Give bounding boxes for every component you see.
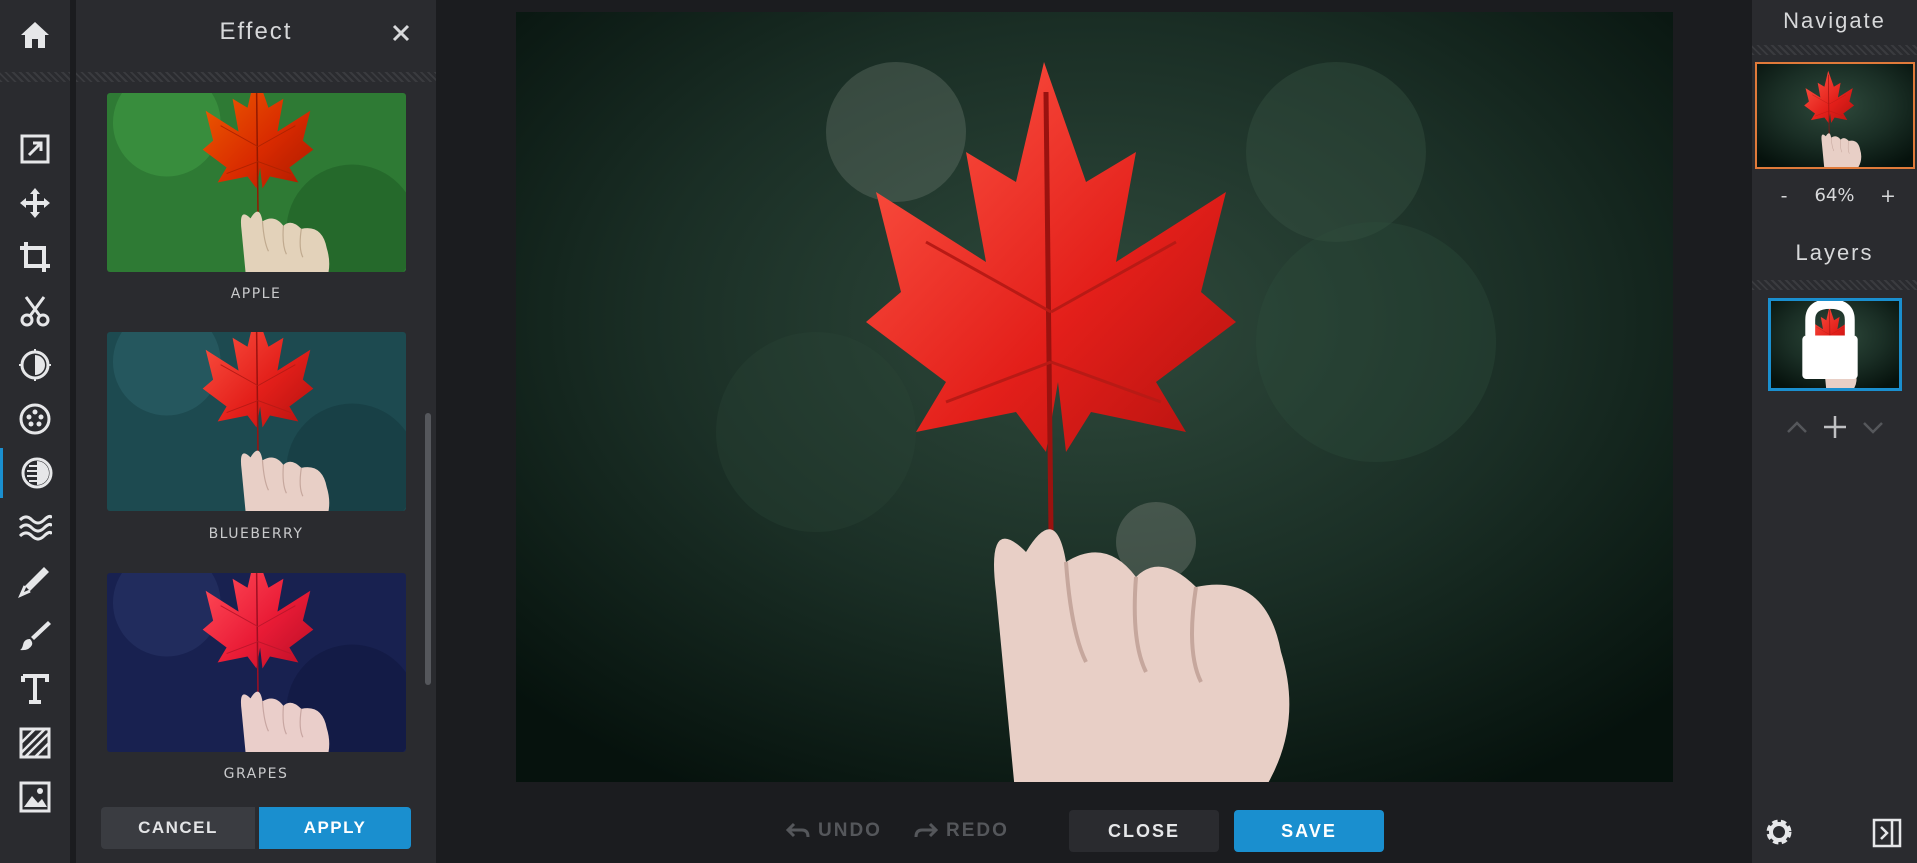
tool-effect[interactable]: [0, 448, 70, 498]
tool-text[interactable]: [0, 664, 70, 714]
tool-crop[interactable]: [0, 232, 70, 282]
zoom-out-button[interactable]: -: [1774, 185, 1794, 207]
zoom-value: 64%: [1814, 185, 1855, 206]
layers-divider: [1752, 280, 1917, 290]
right-panel: Navigate - 64% + Layers: [1752, 0, 1917, 863]
effect-icon: [21, 457, 52, 489]
tool-filter[interactable]: [0, 394, 70, 444]
undo-button[interactable]: UNDO: [786, 810, 882, 852]
redo-label: REDO: [946, 820, 1009, 841]
crop-icon: [20, 242, 50, 272]
canvas-image: [516, 12, 1673, 782]
brush-icon: [20, 621, 51, 651]
navigate-title: Navigate: [1783, 8, 1886, 33]
tool-cut[interactable]: [0, 286, 70, 336]
effect-thumbnail-blueberry[interactable]: [107, 332, 406, 511]
layer-move-down-icon[interactable]: [1858, 412, 1888, 442]
add-layer-icon[interactable]: [1820, 412, 1850, 442]
settings-gear-icon[interactable]: [1762, 815, 1796, 849]
zoom-control: - 64% +: [1752, 185, 1917, 215]
home-button[interactable]: [0, 0, 70, 70]
redo-icon: [914, 822, 938, 838]
blueberry-preview-image: [107, 332, 406, 511]
grapes-preview-image: [107, 573, 406, 752]
cancel-button[interactable]: CANCEL: [101, 807, 255, 849]
tool-draw[interactable]: [0, 556, 70, 606]
tool-image[interactable]: [0, 772, 70, 822]
navigator-preview-image: [1757, 64, 1913, 167]
layer-item[interactable]: [1768, 298, 1902, 391]
save-button[interactable]: SAVE: [1234, 810, 1384, 852]
photo-editor-app: Effect APPLE BLUEBERRY GRAPES CANCEL APP…: [0, 0, 1917, 863]
redo-button[interactable]: REDO: [914, 810, 1009, 852]
image-canvas[interactable]: [516, 12, 1673, 782]
tool-edit[interactable]: [0, 124, 70, 174]
dots-circle-icon: [19, 403, 51, 435]
undo-label: UNDO: [818, 820, 882, 841]
effect-label-blueberry: BLUEBERRY: [208, 526, 304, 542]
effect-label-grapes: GRAPES: [223, 766, 289, 782]
collapse-panel-icon[interactable]: [1872, 818, 1902, 848]
scissors-icon: [20, 296, 50, 327]
tool-pattern[interactable]: [0, 718, 70, 768]
panel-divider: [76, 72, 436, 82]
tool-distort[interactable]: [0, 502, 70, 552]
effect-panel: Effect APPLE BLUEBERRY GRAPES CANCEL APP…: [76, 0, 436, 863]
toolbar-divider: [0, 72, 70, 82]
home-icon: [21, 22, 49, 48]
pen-icon: [18, 567, 49, 598]
panel-title: Effect: [219, 18, 293, 45]
effect-thumbnail-apple[interactable]: [107, 93, 406, 272]
panel-close-button[interactable]: [386, 18, 416, 48]
layer-move-up-icon[interactable]: [1782, 412, 1812, 442]
waves-icon: [18, 514, 52, 541]
close-icon: [392, 24, 410, 42]
lock-icon: [1802, 301, 1858, 380]
undo-icon: [786, 822, 810, 838]
effect-label-apple: APPLE: [230, 286, 282, 302]
tool-adjust[interactable]: [0, 340, 70, 390]
left-toolbar: [0, 0, 70, 863]
tool-move[interactable]: [0, 178, 70, 228]
image-icon: [19, 781, 51, 813]
brightness-icon: [19, 349, 51, 381]
layers-title: Layers: [1795, 240, 1874, 265]
move-icon: [20, 188, 50, 218]
navigate-divider: [1752, 45, 1917, 55]
tool-brush[interactable]: [0, 610, 70, 660]
effect-thumbnail-grapes[interactable]: [107, 573, 406, 752]
hatch-icon: [19, 727, 51, 759]
apply-button[interactable]: APPLY: [259, 807, 411, 849]
edit-icon: [20, 134, 50, 164]
apple-preview-image: [107, 93, 406, 272]
panel-scrollbar[interactable]: [425, 413, 431, 685]
text-icon: [21, 674, 49, 704]
zoom-in-button[interactable]: +: [1876, 185, 1900, 207]
close-button[interactable]: CLOSE: [1069, 810, 1219, 852]
navigator-thumbnail[interactable]: [1755, 62, 1915, 169]
